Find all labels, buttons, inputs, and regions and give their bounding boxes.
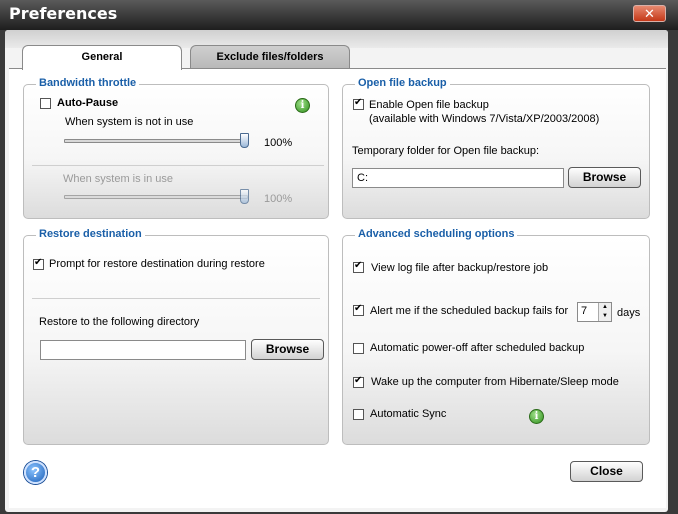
advanced-scheduling-group: Advanced scheduling options View log fil… — [342, 228, 650, 445]
advanced-scheduling-legend: Advanced scheduling options — [355, 228, 518, 240]
auto-power-off-checkbox[interactable] — [353, 343, 364, 354]
window-close-button[interactable]: ✕ — [633, 5, 666, 22]
close-icon: ✕ — [644, 6, 655, 21]
window-title: Preferences — [9, 4, 118, 23]
alert-on-failure-label: Alert me if the scheduled backup fails f… — [370, 305, 569, 317]
help-icon[interactable]: ? — [24, 461, 47, 484]
bandwidth-throttle-legend: Bandwidth throttle — [36, 77, 140, 89]
not-in-use-label: When system is not in use — [65, 116, 194, 128]
info-icon[interactable]: i — [295, 98, 310, 113]
not-in-use-slider-track[interactable] — [64, 139, 248, 143]
not-in-use-slider-handle[interactable] — [240, 133, 249, 148]
restore-directory-browse-button[interactable]: Browse — [251, 339, 324, 360]
auto-power-off-label: Automatic power-off after scheduled back… — [370, 342, 585, 354]
arrow-down-icon[interactable]: ▼ — [599, 312, 611, 321]
in-use-label: When system is in use — [63, 173, 174, 185]
in-use-slider-track[interactable] — [64, 195, 248, 199]
in-use-slider-handle[interactable] — [240, 189, 249, 204]
bandwidth-throttle-group: Bandwidth throttle Auto-Pause i When sys… — [23, 77, 329, 219]
enable-open-file-backup-label: Enable Open file backup — [369, 99, 489, 111]
arrow-up-icon[interactable]: ▲ — [599, 303, 611, 312]
alert-days-unit: days — [617, 307, 641, 319]
enable-open-file-backup-checkbox[interactable] — [353, 97, 364, 110]
tab-content-general: Bandwidth throttle Auto-Pause i When sys… — [9, 68, 666, 508]
temp-folder-browse-button[interactable]: Browse — [568, 167, 641, 188]
temp-folder-input[interactable]: C: — [352, 168, 564, 188]
wake-computer-label: Wake up the computer from Hibernate/Slee… — [371, 376, 619, 388]
automatic-sync-checkbox[interactable] — [353, 409, 364, 420]
not-in-use-value: 100% — [264, 137, 293, 149]
title-bar: Preferences ✕ — [0, 0, 678, 30]
divider — [32, 298, 320, 299]
alert-days-stepper[interactable]: 7 ▲ ▼ — [577, 302, 612, 322]
restore-destination-legend: Restore destination — [36, 228, 145, 240]
open-file-backup-legend: Open file backup — [355, 77, 450, 89]
alert-days-value: 7 — [581, 305, 588, 317]
close-button[interactable]: Close — [570, 461, 643, 482]
open-file-backup-group: Open file backup Enable Open file backup… — [342, 77, 650, 219]
wake-computer-checkbox[interactable] — [353, 375, 364, 388]
auto-pause-label: Auto-Pause — [57, 97, 119, 109]
restore-directory-input[interactable] — [40, 340, 246, 360]
auto-pause-checkbox[interactable] — [40, 98, 51, 109]
restore-destination-group: Restore destination Prompt for restore d… — [23, 228, 329, 445]
stepper-arrows[interactable]: ▲ ▼ — [598, 303, 611, 321]
automatic-sync-label: Automatic Sync — [370, 408, 447, 420]
tab-general[interactable]: General — [22, 45, 182, 70]
prompt-restore-destination-checkbox[interactable] — [33, 257, 44, 270]
in-use-value: 100% — [264, 193, 293, 205]
view-log-checkbox[interactable] — [353, 260, 364, 273]
alert-on-failure-checkbox[interactable] — [353, 303, 364, 316]
divider — [32, 165, 324, 166]
prompt-restore-destination-label: Prompt for restore destination during re… — [49, 258, 265, 270]
view-log-label: View log file after backup/restore job — [371, 262, 549, 274]
info-icon[interactable]: i — [529, 409, 544, 424]
availability-note: (available with Windows 7/Vista/XP/2003/… — [369, 113, 600, 125]
temp-folder-label: Temporary folder for Open file backup: — [352, 145, 540, 157]
restore-directory-label: Restore to the following directory — [39, 316, 200, 328]
tab-exclude-files-folders[interactable]: Exclude files/folders — [190, 45, 350, 69]
